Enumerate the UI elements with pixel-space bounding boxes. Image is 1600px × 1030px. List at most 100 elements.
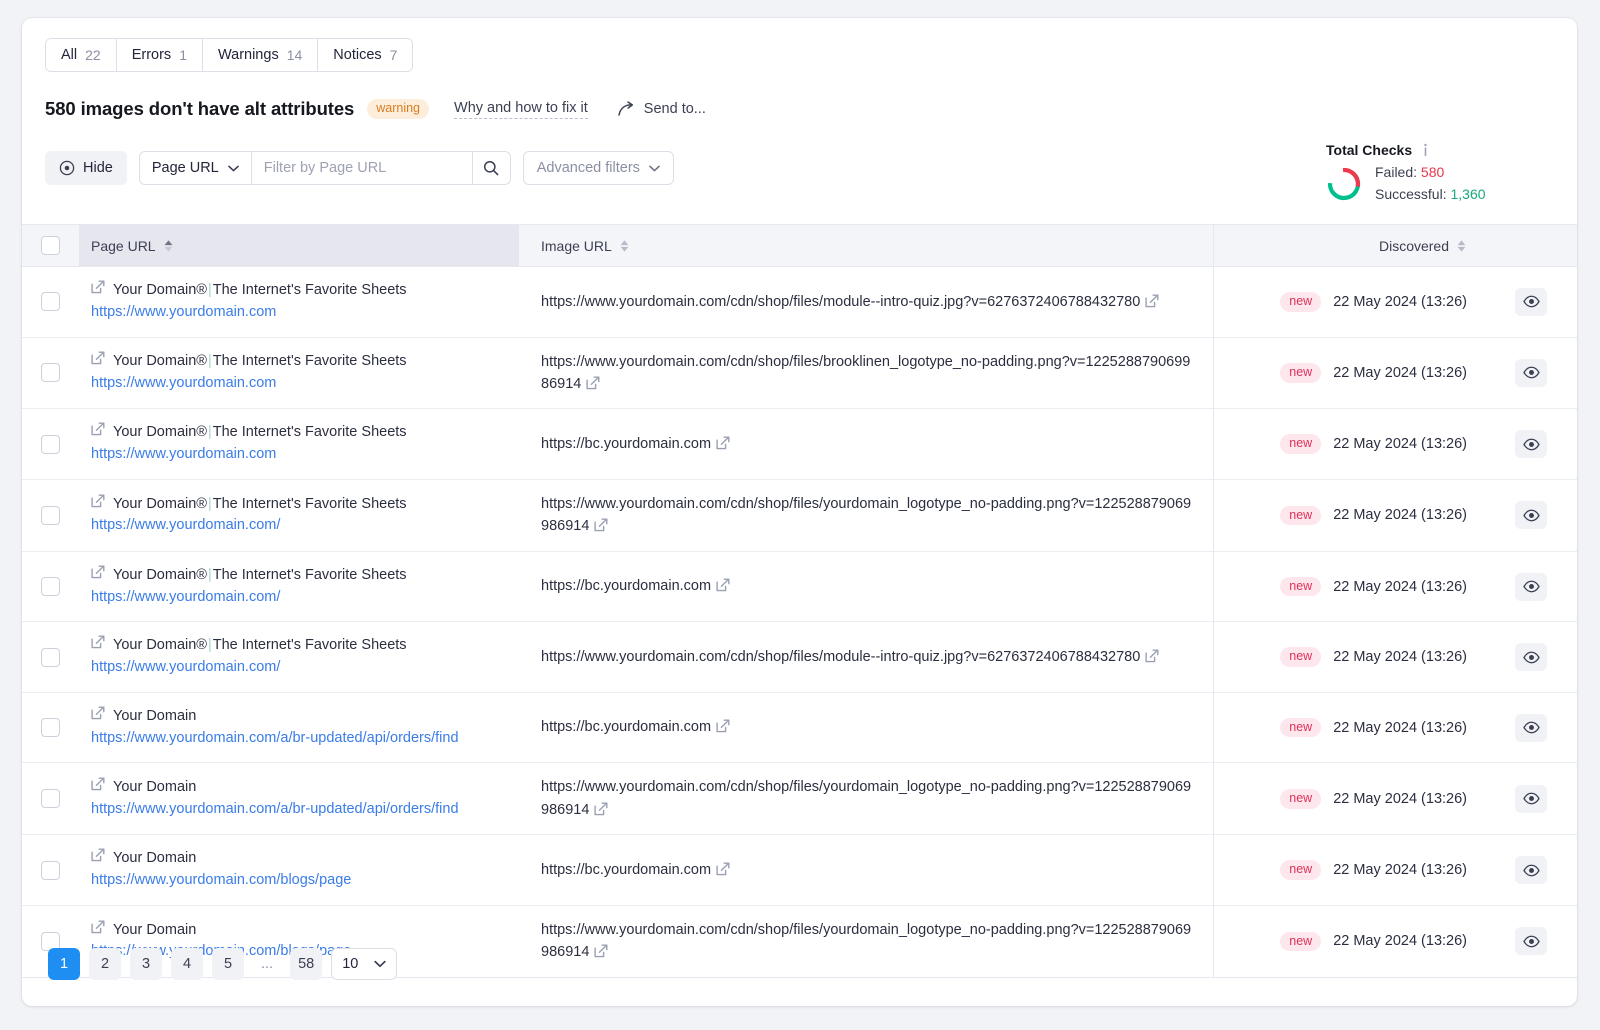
row-discovered-date: 22 May 2024 (13:26) <box>1333 579 1467 595</box>
select-all-checkbox[interactable] <box>41 236 60 255</box>
row-page-subtitle: The Internet's Favorite Sheets <box>213 496 407 512</box>
row-page-url-link[interactable]: https://www.yourdomain.com/ <box>91 587 280 609</box>
send-to-button[interactable]: Send to... <box>618 101 706 117</box>
row-page-url-link[interactable]: https://www.yourdomain.com <box>91 444 276 466</box>
header-cell-discovered: Discovered <box>1213 225 1485 266</box>
row-page-url-link[interactable]: https://www.yourdomain.com/ <box>91 657 280 679</box>
header-cell-image-url: Image URL <box>519 225 1213 266</box>
row-select-cell <box>22 338 79 409</box>
tab-warnings[interactable]: Warnings 14 <box>203 39 318 71</box>
page-button-5[interactable]: 5 <box>212 948 244 980</box>
row-page-title: Your Domain <box>113 922 196 938</box>
row-preview-button[interactable] <box>1515 856 1547 884</box>
failed-label: Failed: <box>1375 164 1417 180</box>
advanced-filters-label: Advanced filters <box>537 160 640 176</box>
external-link-icon[interactable] <box>594 518 608 532</box>
search-button[interactable] <box>472 152 510 184</box>
row-checkbox[interactable] <box>41 648 60 667</box>
cell-page-url: Your Domain®|The Internet's Favorite She… <box>79 338 519 409</box>
row-page-title: Your Domain <box>113 850 196 866</box>
header-cell-page-url: Page URL <box>79 225 519 266</box>
per-page-select[interactable]: 10 <box>331 948 397 980</box>
failed-checks-line: Failed: 580 <box>1375 162 1486 184</box>
external-link-icon[interactable] <box>1145 649 1159 663</box>
page-button-2[interactable]: 2 <box>89 948 121 980</box>
row-select-cell <box>22 622 79 692</box>
external-link-icon[interactable] <box>716 719 730 733</box>
row-checkbox[interactable] <box>41 435 60 454</box>
tab-all[interactable]: All 22 <box>46 39 117 71</box>
row-page-url-link[interactable]: https://www.yourdomain.com <box>91 302 276 324</box>
new-badge: new <box>1280 789 1321 809</box>
row-discovered-date: 22 May 2024 (13:26) <box>1333 365 1467 381</box>
row-discovered-date: 22 May 2024 (13:26) <box>1333 294 1467 310</box>
row-preview-button[interactable] <box>1515 643 1547 671</box>
sort-page-url[interactable]: Page URL <box>91 238 174 254</box>
row-select-cell <box>22 267 79 337</box>
row-checkbox[interactable] <box>41 577 60 596</box>
row-page-url-link[interactable]: https://www.yourdomain.com <box>91 373 276 395</box>
external-link-icon[interactable] <box>716 578 730 592</box>
external-link-icon[interactable] <box>586 376 600 390</box>
row-page-url-link[interactable]: https://www.yourdomain.com/a/br-updated/… <box>91 728 459 750</box>
row-checkbox[interactable] <box>41 363 60 382</box>
row-preview-button[interactable] <box>1515 430 1547 458</box>
row-page-url-link[interactable]: https://www.yourdomain.com/ <box>91 515 280 537</box>
page-button-4[interactable]: 4 <box>171 948 203 980</box>
tab-notices[interactable]: Notices 7 <box>318 39 412 71</box>
table-row: Your Domain®|The Internet's Favorite She… <box>22 409 1577 480</box>
row-page-subtitle: The Internet's Favorite Sheets <box>213 424 407 440</box>
external-link-icon[interactable] <box>594 802 608 816</box>
row-page-url-link[interactable]: https://www.yourdomain.com/blogs/page <box>91 870 351 892</box>
row-checkbox[interactable] <box>41 718 60 737</box>
hide-button[interactable]: Hide <box>45 151 127 185</box>
cell-page-url: Your Domain®|The Internet's Favorite She… <box>79 267 519 337</box>
issue-header: 580 images don't have alt attributes war… <box>45 96 706 122</box>
row-preview-button[interactable] <box>1515 288 1547 316</box>
row-page-title: Your Domain® <box>113 282 207 298</box>
table-row: Your Domain https://www.yourdomain.com/bl… <box>22 835 1577 906</box>
sort-discovered[interactable]: Discovered <box>1379 238 1467 254</box>
page-button-last[interactable]: 58 <box>290 948 322 980</box>
sort-image-url[interactable]: Image URL <box>541 238 630 254</box>
row-select-cell <box>22 763 79 834</box>
row-preview-button[interactable] <box>1515 573 1547 601</box>
external-link-icon[interactable] <box>1145 294 1159 308</box>
sort-icon <box>1456 239 1467 253</box>
row-image-url: https://www.yourdomain.com/cdn/shop/file… <box>541 351 1197 396</box>
cell-discovered: new22 May 2024 (13:26) <box>1213 267 1485 337</box>
filter-column-select[interactable]: Page URL <box>140 152 252 184</box>
new-badge: new <box>1280 577 1321 597</box>
row-select-cell <box>22 552 79 622</box>
external-link-icon[interactable] <box>716 862 730 876</box>
external-link-icon <box>91 351 105 365</box>
advanced-filters-button[interactable]: Advanced filters <box>523 151 674 185</box>
why-and-how-to-fix-link[interactable]: Why and how to fix it <box>454 100 588 119</box>
search-input[interactable] <box>252 152 472 184</box>
cell-discovered: new 22 May 2024 (13:26) <box>1213 552 1485 622</box>
cell-discovered: new22 May 2024 (13:26) <box>1213 693 1485 763</box>
info-icon[interactable] <box>1419 143 1432 157</box>
new-badge: new <box>1280 718 1321 738</box>
cell-image-url: https://www.yourdomain.com/cdn/shop/file… <box>519 338 1213 409</box>
external-link-icon[interactable] <box>594 944 608 958</box>
tab-errors[interactable]: Errors 1 <box>117 39 203 71</box>
page-button-1[interactable]: 1 <box>48 948 80 980</box>
row-page-url-link[interactable]: https://www.yourdomain.com/a/br-updated/… <box>91 799 459 821</box>
row-preview-button[interactable] <box>1515 927 1547 955</box>
table-row: Your Domain®|The Internet's Favorite She… <box>22 267 1577 338</box>
row-preview-button[interactable] <box>1515 785 1547 813</box>
row-checkbox[interactable] <box>41 789 60 808</box>
eye-icon <box>1523 864 1540 877</box>
row-checkbox[interactable] <box>41 506 60 525</box>
row-preview-button[interactable] <box>1515 359 1547 387</box>
new-badge: new <box>1280 932 1321 952</box>
row-preview-button[interactable] <box>1515 714 1547 742</box>
row-preview-button[interactable] <box>1515 501 1547 529</box>
external-link-icon[interactable] <box>716 436 730 450</box>
row-checkbox[interactable] <box>41 292 60 311</box>
row-checkbox[interactable] <box>41 861 60 880</box>
row-page-subtitle: The Internet's Favorite Sheets <box>213 353 407 369</box>
cell-image-url: https://www.yourdomain.com/cdn/shop/file… <box>519 480 1213 551</box>
page-button-3[interactable]: 3 <box>130 948 162 980</box>
